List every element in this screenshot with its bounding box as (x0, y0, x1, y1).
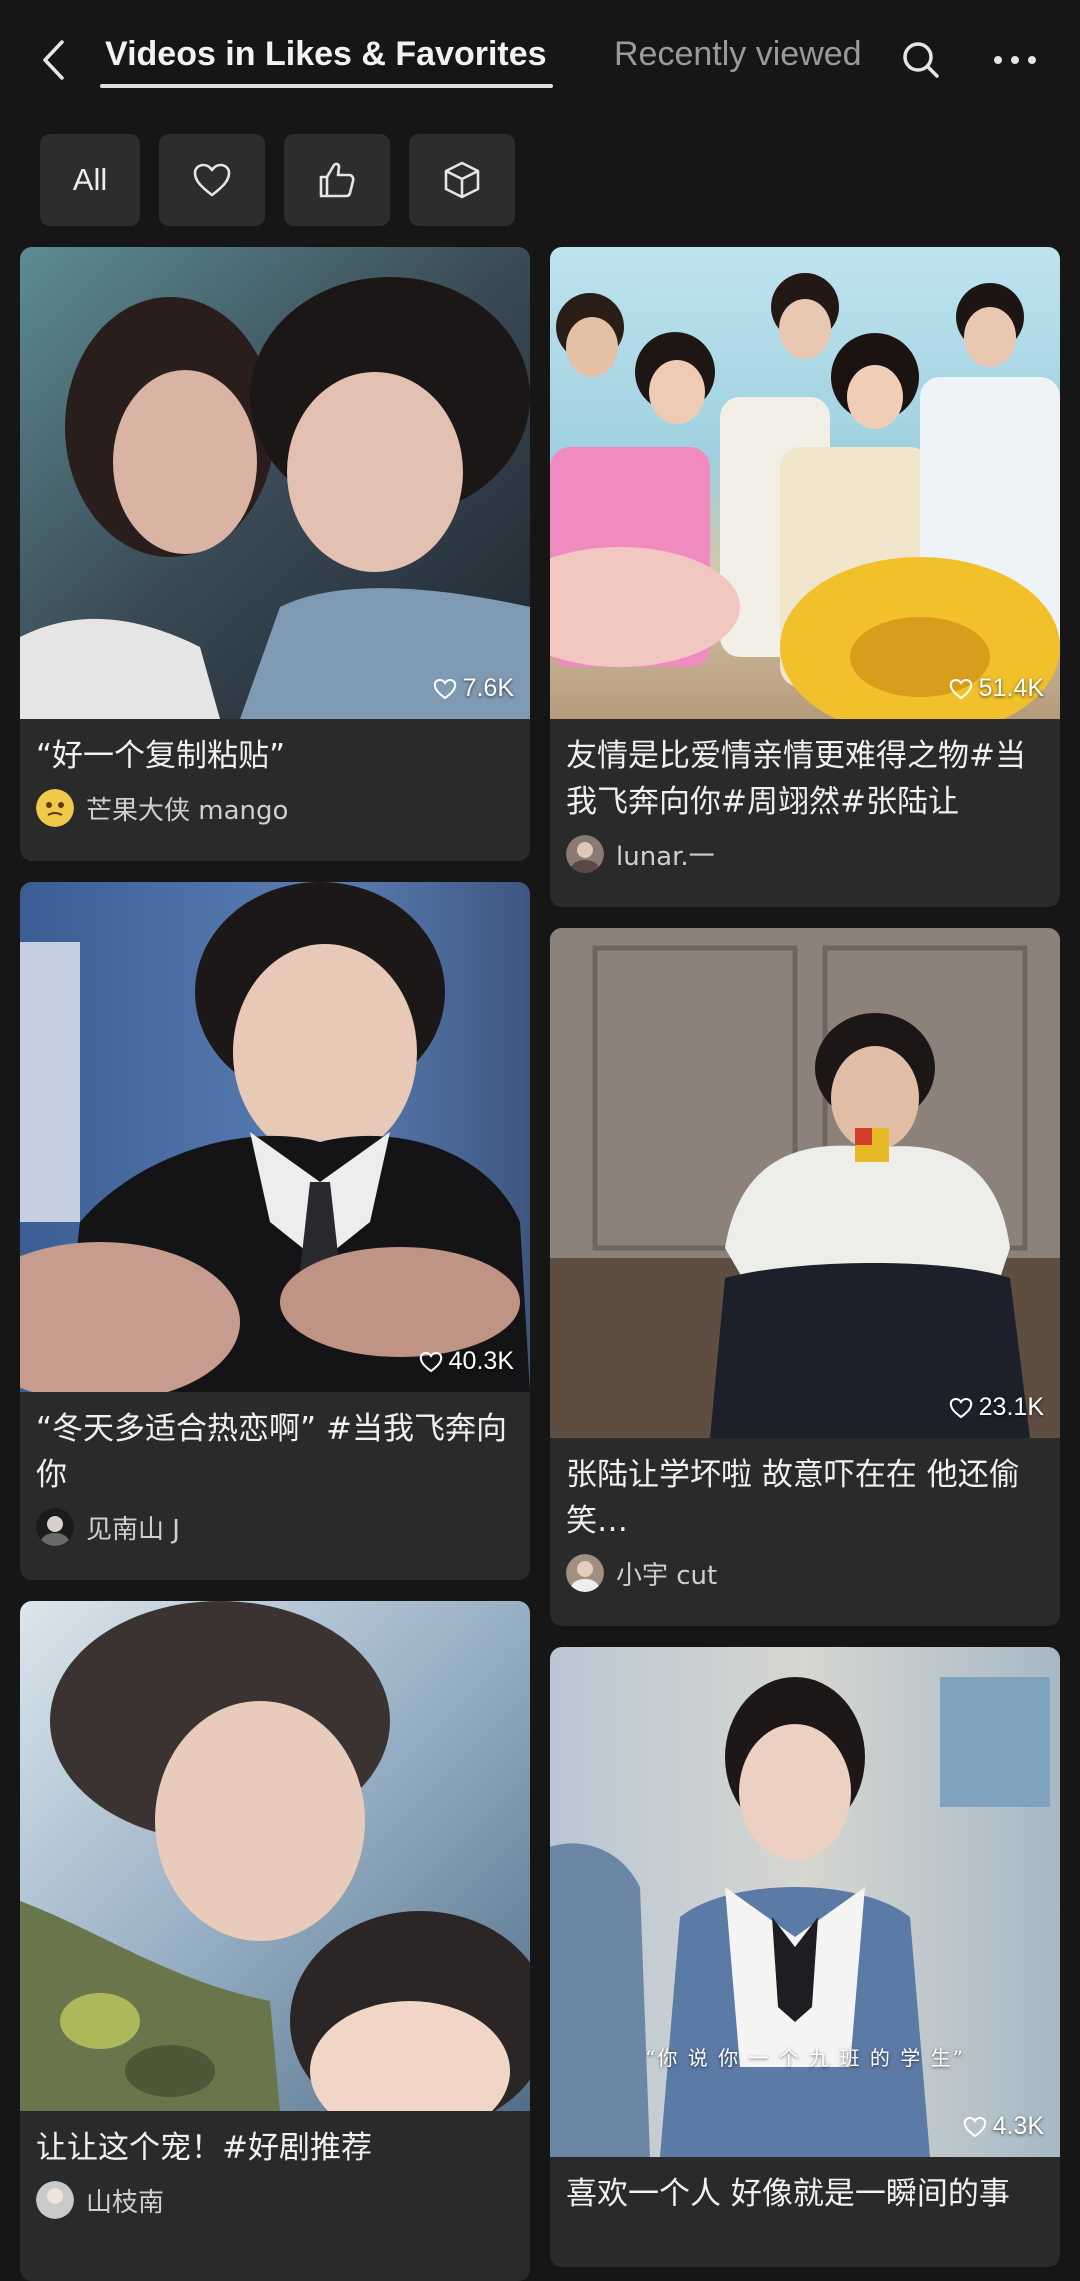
video-thumbnail[interactable]: “你 说 你 一 个 九 班 的 学 生” 4.3K (550, 1647, 1060, 2157)
video-caption: 喜欢一个人 好像就是一瞬间的事 (566, 2176, 1010, 2212)
thumbs-up-icon (319, 162, 355, 198)
filter-thumbs-up-chip[interactable] (284, 134, 390, 226)
chevron-left-icon (43, 40, 64, 80)
heart-icon (193, 163, 231, 197)
author-name: lunar.一 (616, 841, 715, 872)
author-row[interactable]: lunar.一 (550, 825, 1060, 891)
author-row[interactable]: 山枝南 (20, 2171, 530, 2237)
video-card[interactable]: 51.4K 友情是比爱情亲情更难得之物#当我飞奔向你#周翊然#张陆让 lunar… (550, 247, 1060, 907)
video-thumbnail[interactable]: 23.1K (550, 928, 1060, 1438)
like-count: 23.1K (949, 1393, 1044, 1422)
video-card[interactable]: 7.6K “好一个复制粘贴” 芒果大侠 mango (20, 247, 530, 861)
avatar (566, 835, 604, 873)
like-count: 51.4K (949, 674, 1044, 703)
video-caption: 张陆让学坏啦 故意吓在在 他还偷笑… (566, 1457, 1020, 1539)
video-thumbnail[interactable] (20, 1601, 530, 2111)
author-row[interactable]: 芒果大侠 mango (20, 779, 530, 845)
filter-likes-chip[interactable] (159, 134, 265, 226)
search-button[interactable] (895, 30, 947, 90)
thumbnail-subtitle: “你 说 你 一 个 九 班 的 学 生” (645, 2046, 965, 2070)
heart-icon (949, 1397, 972, 1418)
like-count: 40.3K (419, 1347, 514, 1376)
video-caption: 友情是比爱情亲情更难得之物#当我飞奔向你#周翊然#张陆让 (566, 738, 1026, 820)
avatar (566, 1554, 604, 1592)
video-card[interactable]: 23.1K 张陆让学坏啦 故意吓在在 他还偷笑… 小宇 cut (550, 928, 1060, 1626)
thumbnail-image (550, 928, 1060, 1438)
like-count: 4.3K (963, 2112, 1044, 2141)
author-name: 山枝南 (86, 2187, 165, 2218)
thumbnail-image (20, 882, 530, 1392)
thumbnail-image (20, 247, 530, 719)
thumbnail-image (550, 1647, 1060, 2157)
heart-icon (419, 1351, 442, 1372)
video-caption: 让让这个宠！#好剧推荐 (36, 2130, 372, 2166)
author-name: 芒果大侠 mango (86, 795, 289, 826)
heart-icon (963, 2116, 986, 2137)
heart-icon (949, 678, 972, 699)
like-count: 7.6K (433, 674, 514, 703)
like-count-value: 4.3K (992, 2112, 1044, 2140)
active-tab-indicator (100, 84, 553, 88)
like-count-value: 51.4K (978, 674, 1044, 702)
filter-collections-chip[interactable] (409, 134, 515, 226)
more-horizontal-icon (994, 56, 1036, 64)
avatar (36, 1508, 74, 1546)
author-row[interactable]: 小宇 cut (550, 1544, 1060, 1610)
video-thumbnail[interactable]: 51.4K (550, 247, 1060, 719)
like-count-value: 7.6K (462, 674, 514, 702)
like-count-value: 40.3K (448, 1347, 514, 1375)
author-name: 见南山 J (86, 1514, 180, 1545)
header-bar: Videos in Likes & Favorites Recently vie… (0, 0, 1080, 120)
video-card[interactable]: 让让这个宠！#好剧推荐 山枝南 (20, 1601, 530, 2281)
filter-all-chip[interactable]: All (40, 134, 140, 226)
box-icon (444, 161, 480, 199)
author-row[interactable]: 见南山 J (20, 1498, 530, 1564)
more-button[interactable] (985, 30, 1045, 90)
video-thumbnail[interactable]: 40.3K (20, 882, 530, 1392)
video-card[interactable]: 40.3K “冬天多适合热恋啊” #当我飞奔向你 见南山 J (20, 882, 530, 1580)
tab-likes-favorites[interactable]: Videos in Likes & Favorites (105, 28, 547, 80)
video-caption: “好一个复制粘贴” (36, 738, 286, 774)
video-card[interactable]: “你 说 你 一 个 九 班 的 学 生” 4.3K 喜欢一个人 好像就是一瞬间… (550, 1647, 1060, 2267)
back-button[interactable] (30, 30, 76, 90)
avatar (36, 789, 74, 827)
filter-all-label: All (72, 162, 108, 197)
heart-icon (433, 678, 456, 699)
like-count-value: 23.1K (978, 1393, 1044, 1421)
thumbnail-image (20, 1601, 530, 2111)
video-thumbnail[interactable]: 7.6K (20, 247, 530, 719)
tab-recently-viewed[interactable]: Recently viewed (614, 28, 862, 80)
search-icon (903, 42, 939, 78)
thumbnail-image (550, 247, 1060, 719)
video-caption: “冬天多适合热恋啊” #当我飞奔向你 (36, 1411, 507, 1493)
avatar (36, 2181, 74, 2219)
author-name: 小宇 cut (616, 1560, 718, 1591)
